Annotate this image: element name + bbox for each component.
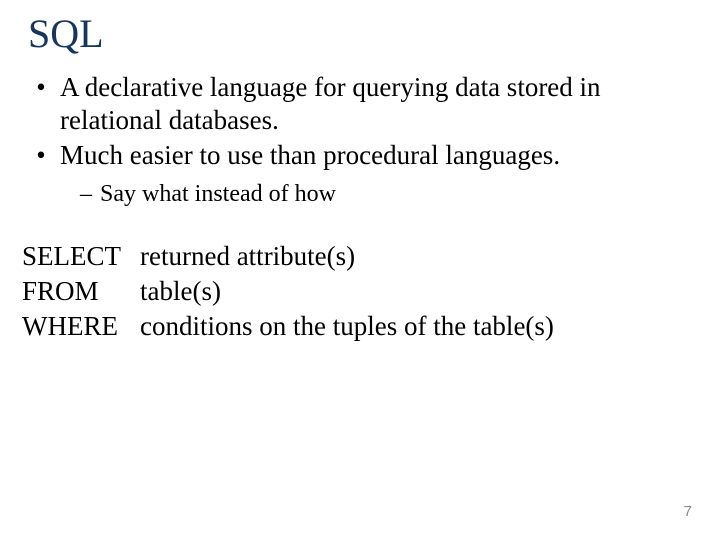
sub-bullet-text: Say what instead of how <box>92 180 336 209</box>
sql-from-row: FROM table(s) <box>22 274 720 309</box>
slide-body: • A declarative language for querying da… <box>0 71 720 209</box>
bullet-item-2: • Much easier to use than procedural lan… <box>22 139 698 172</box>
page-number: 7 <box>684 503 692 520</box>
bullet-item-1: • A declarative language for querying da… <box>22 71 698 137</box>
bullet-text: Much easier to use than procedural langu… <box>60 139 698 172</box>
sql-select-value: returned attribute(s) <box>140 239 355 274</box>
sql-syntax-block: SELECT returned attribute(s) FROM table(… <box>0 239 720 344</box>
bullet-text: A declarative language for querying data… <box>60 71 698 137</box>
sql-where-value: conditions on the tuples of the table(s) <box>140 309 554 344</box>
bullet-marker: • <box>22 71 60 137</box>
dash-marker: – <box>22 180 92 209</box>
sql-from-keyword: FROM <box>22 274 140 309</box>
sql-where-keyword: WHERE <box>22 309 140 344</box>
sql-where-row: WHERE conditions on the tuples of the ta… <box>22 309 720 344</box>
sub-bullet-item-1: – Say what instead of how <box>22 180 698 209</box>
sql-select-keyword: SELECT <box>22 239 140 274</box>
bullet-marker: • <box>22 139 60 172</box>
sql-select-row: SELECT returned attribute(s) <box>22 239 720 274</box>
sql-from-value: table(s) <box>140 274 221 309</box>
slide-title: SQL <box>0 10 720 57</box>
